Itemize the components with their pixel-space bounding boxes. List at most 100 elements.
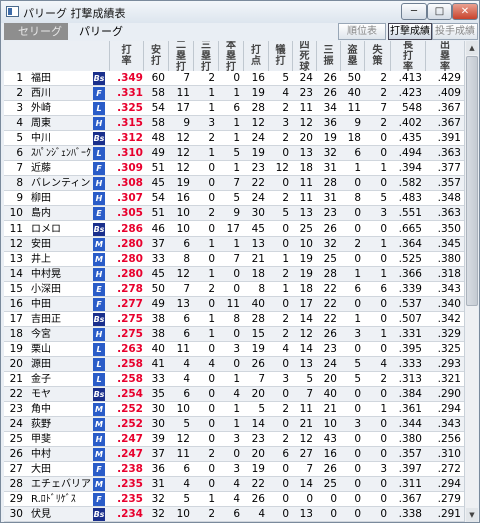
stat-cell: 4 — [233, 493, 240, 506]
stat-cell: .357 — [437, 177, 461, 190]
table-row[interactable]: 4 周東 H .315 58 9 3 1 12 3 12 36 9 2 .402 .367 — [4, 116, 464, 132]
table-row[interactable]: 21 金子 L .258 33 4 0 1 7 3 5 20 5 2.313.321 — [4, 372, 464, 387]
stat-cell: 0 — [282, 478, 289, 491]
minimize-button[interactable]: ─ — [401, 3, 427, 20]
stat-cell: 0 — [282, 357, 289, 370]
column-header[interactable]: 盗塁 — [340, 41, 364, 71]
column-header[interactable]: 三振 — [316, 41, 340, 71]
stat-cell: 2 — [354, 237, 361, 250]
table-row[interactable]: 23 角中 M .252 30 10 0 1 5 2 11 21 0 1 .361 .294 — [4, 402, 464, 418]
table-row[interactable]: 20 源田 L .258 41 4 4 0 26 0 13 24 5 4 .333 .293 — [4, 356, 464, 372]
column-header[interactable]: 犠打 — [268, 41, 292, 71]
team-badge: M — [93, 418, 105, 432]
stat-cell: 31 — [323, 192, 337, 205]
table-row[interactable]: 13 井上 M .280 33 8 0 7 21 1 19 25 0 0 .525 .380 — [4, 252, 464, 267]
app-window: パリーグ 打撃成績表 ─ □ ✕ セリーグ パリーグ 順位表 打撃成績 投手成績… — [0, 0, 480, 523]
column-header[interactable]: 二塁打 — [168, 41, 193, 73]
stat-cell: 2 — [282, 403, 289, 416]
batting-table: 打率安打二塁打三塁打本塁打打点犠打四死球三振盗塁失策長打率出塁率 1 福田 Bs .3… — [4, 41, 478, 522]
stat-cell: .384 — [398, 388, 422, 401]
stat-cell: 0 — [208, 342, 215, 355]
table-row[interactable]: 17 吉田正 Bs .275 38 6 1 8 28 2 14 22 1 0 .507 .342 — [4, 312, 464, 327]
stat-cell: 1 — [380, 237, 387, 250]
table-row[interactable]: 25 甲斐 H .247 39 12 0 3 23 2 12 43 0 0 .380 .256 — [4, 432, 464, 448]
table-row[interactable]: 15 小深田 E .278 50 7 2 0 8 1 18 22 6 6 .339 .343 — [4, 282, 464, 297]
column-header[interactable]: 出塁率 — [425, 41, 464, 73]
column-header[interactable]: 四死球 — [292, 41, 316, 73]
stat-cell: 60 — [151, 72, 165, 84]
column-header[interactable]: 失策 — [364, 41, 390, 71]
stat-cell: 51 — [151, 207, 165, 220]
table-row[interactable]: 12 安田 M .280 37 6 1 1 13 0 10 32 2 1 .364 .345 — [4, 236, 464, 252]
team-badge: Bs — [93, 72, 105, 85]
stat-cell: 11 — [299, 177, 313, 190]
table-row[interactable]: 19 栗山 L .263 40 11 0 3 19 4 14 23 0 0 .395 .325 — [4, 342, 464, 357]
table-row[interactable]: 14 中村晃 H .280 45 12 1 0 18 2 19 28 1 1 .366 .318 — [4, 266, 464, 282]
stat-cell: 0 — [208, 162, 215, 175]
column-header[interactable]: 安打 — [143, 41, 168, 71]
stat-cell: 1 — [233, 117, 240, 130]
stat-cell: .342 — [437, 312, 461, 325]
table-row[interactable]: 6 ｽﾊﾟﾝｼﾞｪﾝﾊﾞｰｸﾞ L .310 49 12 1 5 19 0 13 32 6 0 .494 .3… — [4, 146, 464, 162]
table-row[interactable]: 28 エチェバリア M .235 31 4 0 4 22 0 14 25 0 0 .311 .294 — [4, 477, 464, 493]
stat-cell: 23 — [299, 87, 313, 100]
table-row[interactable]: 1 福田 Bs .349 60 7 2 0 16 5 24 26 50 2 .413 .429 — [4, 71, 464, 86]
table-row[interactable]: 2 西川 F .331 58 11 1 1 19 4 23 26 40 2.423.409 — [4, 86, 464, 102]
vertical-scrollbar[interactable]: ▲ ▼ — [464, 41, 478, 522]
table-row[interactable]: 5 中川 Bs .312 48 12 2 1 24 2 20 19 18 0 .435 .391 — [4, 131, 464, 147]
table-row[interactable]: 26 中村 M .247 37 11 2 0 20 6 27 16 0 0.357.310 — [4, 447, 464, 463]
stat-cell: 0 — [354, 222, 361, 235]
stat-cell: .350 — [437, 222, 461, 235]
stat-cell: .413 — [398, 72, 422, 84]
stat-cell: 3 — [282, 117, 289, 130]
column-header[interactable]: 長打率 — [390, 41, 425, 73]
stat-cell: 0 — [354, 297, 361, 310]
rank-cell: 19 — [9, 342, 23, 355]
close-button[interactable]: ✕ — [452, 3, 478, 20]
stat-cell: .329 — [437, 327, 461, 340]
stat-cell: 6 — [233, 508, 240, 521]
table-row[interactable]: 29 R.ﾛﾄﾞﾘｹﾞｽ F .235 32 5 1 4 26 0 0 0 0 0 .367 .279 — [4, 492, 464, 508]
stat-cell: 1 — [282, 252, 289, 265]
stat-cell: 12 — [251, 117, 265, 130]
table-row[interactable]: 9 柳田 H .307 54 16 0 5 24 2 11 31 8 5 .483 .348 — [4, 191, 464, 207]
stat-cell: .279 — [437, 493, 461, 506]
table-row[interactable]: 7 近藤 F .309 51 12 0 1 23 12 18 31 1 1 .394 .377 — [4, 161, 464, 177]
table-row[interactable]: 11 ロメロ Bs .286 46 10 0 17 45 0 25 26 0 0 .665 .350 — [4, 222, 464, 237]
stat-cell: 45 — [251, 222, 265, 235]
stat-cell: 3 — [354, 418, 361, 431]
table-row[interactable]: 27 大田 F .238 36 6 0 3 19 0 7 26 0 3 .397 .272 — [4, 462, 464, 478]
stat-cell: .344 — [398, 418, 422, 431]
stat-cell: 13 — [299, 357, 313, 370]
table-row[interactable]: 3 外崎 L .325 54 17 1 6 28 2 11 34 11 7 548 .367 — [4, 101, 464, 117]
scroll-down-icon[interactable]: ▼ — [466, 508, 478, 522]
batting-stats-button[interactable]: 打撃成績 — [388, 23, 432, 40]
scroll-up-icon[interactable]: ▲ — [466, 41, 478, 55]
column-header[interactable]: 打点 — [243, 41, 268, 71]
table-row[interactable]: 18 今宮 H .275 38 6 1 0 15 2 12 26 3 1 .331 .329 — [4, 326, 464, 342]
standings-button[interactable]: 順位表 — [338, 23, 386, 40]
scroll-thumb[interactable] — [466, 56, 478, 306]
stat-cell: 1 — [208, 87, 215, 100]
stat-cell: 16 — [176, 192, 190, 205]
pitching-stats-button[interactable]: 投手成績 — [432, 23, 478, 40]
column-header[interactable]: 打率 — [109, 41, 143, 71]
table-row[interactable]: 30 伏見 Bs .234 32 10 2 6 4 0 13 0 0 0 .338 .291 — [4, 507, 464, 522]
stat-cell: 18 — [299, 282, 313, 295]
table-row[interactable]: 8 バレンティン H .308 45 19 0 7 22 0 11 28 0 0 .582 .357 — [4, 176, 464, 192]
stat-cell: 13 — [299, 508, 313, 521]
column-header[interactable]: 三塁打 — [193, 41, 218, 73]
table-row[interactable]: 10 島内 E .305 51 10 2 9 30 5 13 23 0 3 .551 .363 — [4, 206, 464, 222]
table-row[interactable]: 16 中田 F .277 49 13 0 11 40 0 17 22 0 0 .537 .340 — [4, 296, 464, 312]
maximize-button[interactable]: □ — [427, 3, 452, 20]
table-row[interactable]: 22 モヤ Bs .254 35 6 0 4 20 0 7 40 0 0 .384 .290 — [4, 387, 464, 403]
team-badge: F — [93, 463, 105, 477]
player-name: 福田 — [31, 73, 51, 84]
stat-cell: 2 — [208, 448, 215, 461]
table-row[interactable]: 24 荻野 M .252 30 5 0 1 14 0 21 10 3 0.344.343 — [4, 417, 464, 433]
stat-cell: .367 — [398, 493, 422, 506]
stat-cell: 17 — [299, 297, 313, 310]
team-badge: M — [93, 403, 105, 417]
column-header[interactable]: 本塁打 — [218, 41, 243, 73]
stat-cell: 33 — [151, 252, 165, 265]
